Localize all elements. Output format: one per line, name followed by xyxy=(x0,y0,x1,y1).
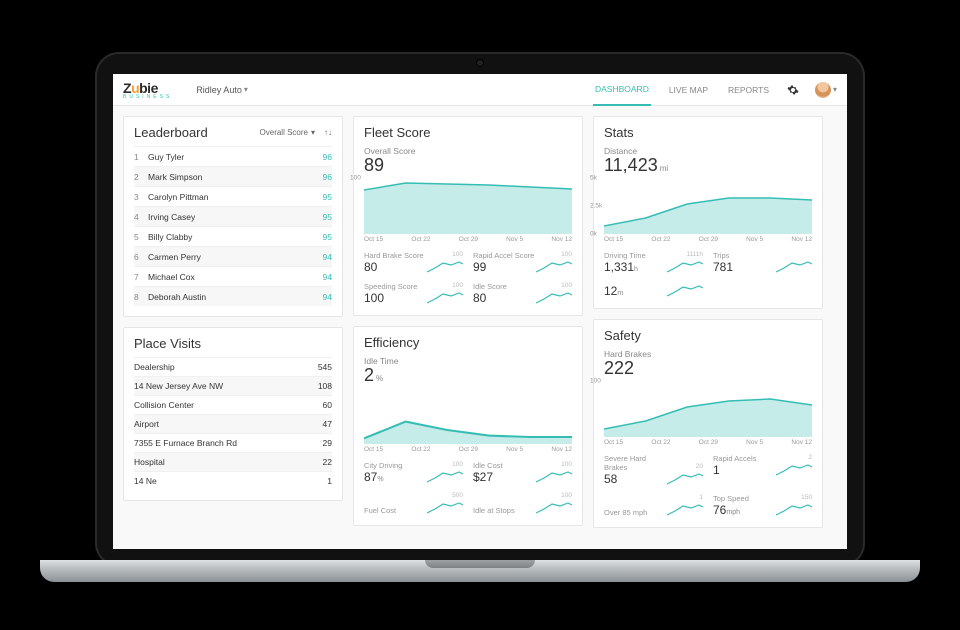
mini-metric: Idle Score 80 100 xyxy=(473,282,572,305)
place-visits-card: Place Visits Dealership 545 14 New Jerse… xyxy=(123,327,343,501)
stats-chart: 5k 2.5k 0k xyxy=(604,178,812,234)
avatar xyxy=(815,82,831,98)
leaderboard-row[interactable]: 5 Billy Clabby 95 xyxy=(134,226,332,246)
mini-metric: City Driving 87% 100 xyxy=(364,461,463,484)
efficiency-card: Efficiency Idle Time 2% Oct 15Oct 22Oct … xyxy=(353,326,583,526)
leaderboard-card: Leaderboard Overall Score▾ ↑↓ 1 Guy Tyle… xyxy=(123,116,343,317)
leaderboard-row[interactable]: 2 Mark Simpson 96 xyxy=(134,166,332,186)
mini-metric: Idle Cost $27 100 xyxy=(473,461,572,484)
mini-metric: Fuel Cost 500 xyxy=(364,492,463,515)
stats-title: Stats xyxy=(604,125,812,140)
mini-metric: Speeding Score 100 100 xyxy=(364,282,463,305)
place-visit-row[interactable]: 14 New Jersey Ave NW 108 xyxy=(134,376,332,395)
place-visit-row[interactable]: 7355 E Furnace Branch Rd 29 xyxy=(134,433,332,452)
efficiency-chart xyxy=(364,388,572,444)
mini-metric: Top Speed 76mph 150 xyxy=(713,494,812,517)
leaderboard-row[interactable]: 7 Michael Cox 94 xyxy=(134,266,332,286)
leaderboard-filter[interactable]: Overall Score▾ ↑↓ xyxy=(260,128,332,137)
place-visit-row[interactable]: Hospital 22 xyxy=(134,452,332,471)
place-visits-title: Place Visits xyxy=(134,336,332,351)
efficiency-title: Efficiency xyxy=(364,335,572,350)
chevron-down-icon: ▾ xyxy=(833,85,837,94)
company-selector[interactable]: Ridley Auto▾ xyxy=(196,85,248,95)
nav-reports[interactable]: REPORTS xyxy=(726,75,771,105)
fleet-chart: 100 xyxy=(364,178,572,234)
mini-metric: Rapid Accel Score 99 100 xyxy=(473,251,572,274)
topbar: Zubie BUSINESS Ridley Auto▾ DASHBOARD LI… xyxy=(113,74,847,106)
place-visit-row[interactable]: Dealership 545 xyxy=(134,357,332,376)
sort-icon[interactable]: ↑↓ xyxy=(324,128,332,137)
mini-metric: Driving Time 1,331h 1111h xyxy=(604,251,703,274)
camera-dot xyxy=(477,60,483,66)
leaderboard-title: Leaderboard xyxy=(134,125,208,140)
mini-metric: Trips 781 xyxy=(713,251,812,274)
safety-card: Safety Hard Brakes 222 100 Oct 15Oct 22O xyxy=(593,319,823,528)
leaderboard-row[interactable]: 1 Guy Tyler 96 xyxy=(134,146,332,166)
mini-metric: Hard Brake Score 80 100 xyxy=(364,251,463,274)
leaderboard-row[interactable]: 3 Carolyn Pittman 95 xyxy=(134,186,332,206)
mini-metric: Over 85 mph 1 xyxy=(604,494,703,517)
mini-metric: Rapid Accels 1 2 xyxy=(713,454,812,486)
mini-metric: Idle at Stops 100 xyxy=(473,492,572,515)
leaderboard-row[interactable]: 4 Irving Casey 95 xyxy=(134,206,332,226)
chevron-down-icon: ▾ xyxy=(244,85,248,94)
nav-livemap[interactable]: LIVE MAP xyxy=(667,75,710,105)
leaderboard-row[interactable]: 6 Carmen Perry 94 xyxy=(134,246,332,266)
nav-dashboard[interactable]: DASHBOARD xyxy=(593,74,651,106)
logo: Zubie BUSINESS xyxy=(123,80,172,100)
stats-card: Stats Distance 11,423mi 5k 2.5k 0k xyxy=(593,116,823,309)
place-visit-row[interactable]: Airport 47 xyxy=(134,414,332,433)
leaderboard-row[interactable]: 8 Deborah Austin 94 xyxy=(134,286,332,306)
gear-icon[interactable] xyxy=(787,84,799,96)
place-visit-row[interactable]: 14 Ne 1 xyxy=(134,471,332,490)
safety-chart: 100 xyxy=(604,381,812,437)
safety-title: Safety xyxy=(604,328,812,343)
place-visit-row[interactable]: Collision Center 60 xyxy=(134,395,332,414)
mini-metric: Severe Hard Brakes 58 20 xyxy=(604,454,703,486)
fleet-title: Fleet Score xyxy=(364,125,572,140)
user-menu[interactable]: ▾ xyxy=(815,82,837,98)
fleet-score-card: Fleet Score Overall Score 89 100 Oct 15O xyxy=(353,116,583,316)
mini-metric: 12m xyxy=(604,282,703,298)
